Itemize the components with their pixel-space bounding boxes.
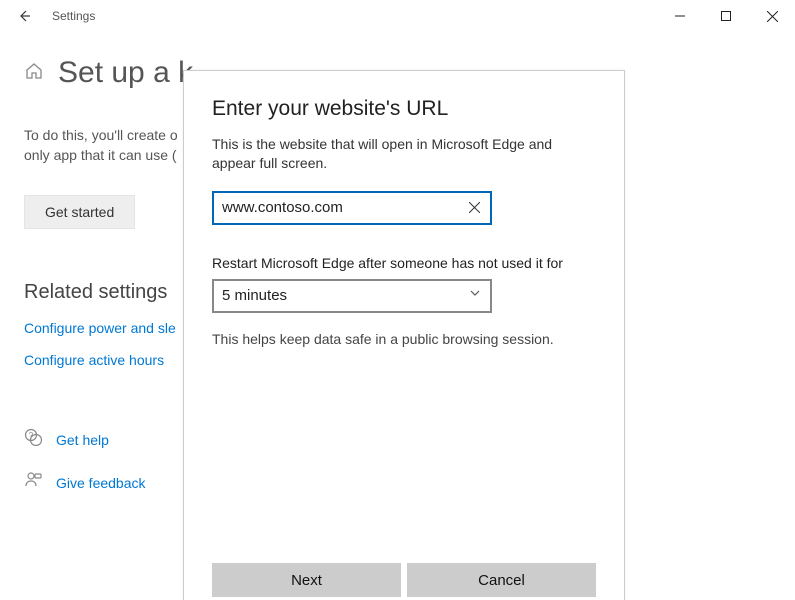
dialog-title: Enter your website's URL	[212, 97, 596, 121]
clear-input-icon[interactable]	[464, 198, 484, 218]
cancel-button[interactable]: Cancel	[407, 563, 596, 597]
titlebar: Settings	[0, 0, 795, 32]
back-button[interactable]	[0, 0, 48, 32]
maximize-button[interactable]	[703, 0, 749, 32]
close-button[interactable]	[749, 0, 795, 32]
dialog-description: This is the website that will open in Mi…	[212, 135, 596, 173]
page-title: Set up a k	[58, 56, 193, 90]
restart-timeout-value: 5 minutes	[222, 287, 287, 304]
get-started-button[interactable]: Get started	[24, 195, 135, 229]
home-icon	[24, 61, 44, 86]
window-title: Settings	[52, 9, 95, 23]
restart-timeout-select[interactable]: 5 minutes	[212, 279, 492, 313]
minimize-button[interactable]	[657, 0, 703, 32]
url-input-container	[212, 191, 492, 225]
dialog-buttons: Next Cancel	[212, 563, 596, 600]
chevron-down-icon	[468, 286, 482, 305]
body-line-2: only app that it can use (	[24, 147, 177, 163]
feedback-icon	[24, 471, 42, 494]
dialog-helper-text: This helps keep data safe in a public br…	[212, 331, 596, 347]
svg-text:?: ?	[29, 431, 34, 440]
url-input[interactable]	[222, 199, 464, 216]
url-dialog: Enter your website's URL This is the web…	[183, 70, 625, 600]
window-controls	[657, 0, 795, 32]
next-button[interactable]: Next	[212, 563, 401, 597]
link-give-feedback[interactable]: Give feedback	[56, 475, 146, 491]
settings-page: Set up a k To do this, you'll create o o…	[0, 32, 795, 600]
restart-label: Restart Microsoft Edge after someone has…	[212, 255, 596, 271]
body-line-1: To do this, you'll create o	[24, 127, 178, 143]
help-icon: ?	[24, 428, 42, 451]
link-get-help[interactable]: Get help	[56, 432, 109, 448]
